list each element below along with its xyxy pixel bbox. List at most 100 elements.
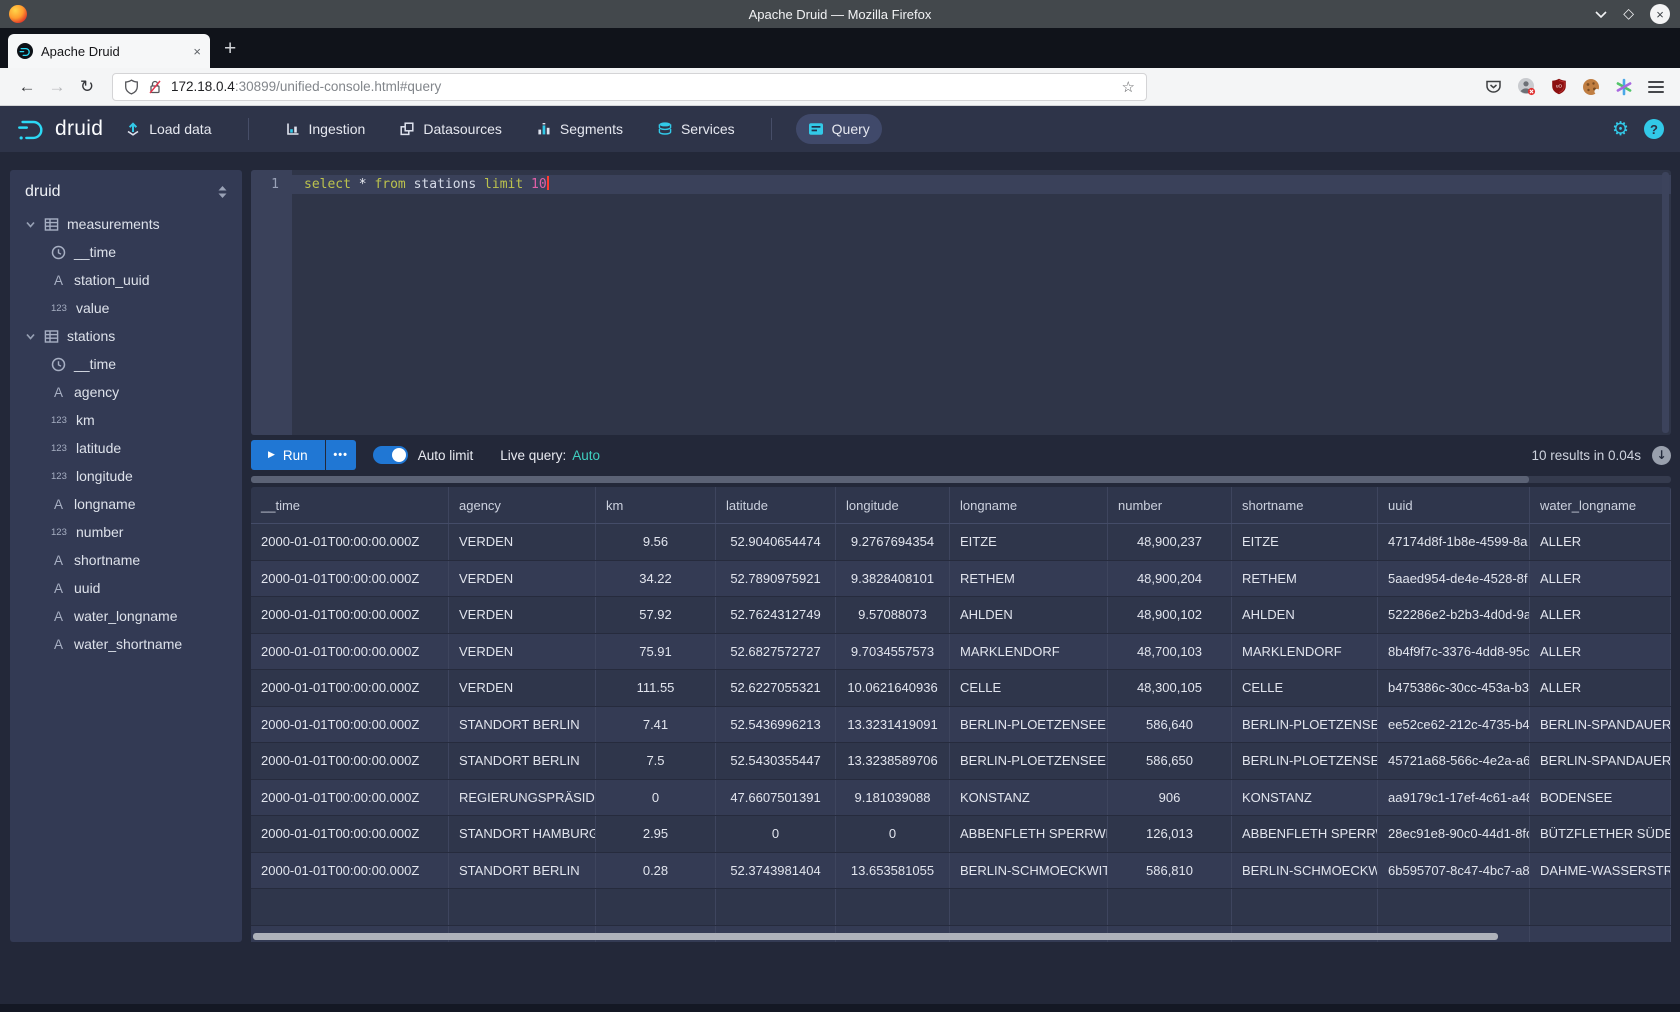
cell[interactable]: 52.3743981404 [716, 853, 836, 889]
cell[interactable]: BÜTZFLETHER SÜDERE [1530, 816, 1671, 852]
cell[interactable]: EITZE [950, 524, 1108, 560]
nav-item-datasources[interactable]: Datasources [387, 114, 514, 144]
column-header-__time[interactable]: __time [251, 487, 449, 523]
cell[interactable]: BODENSEE [1530, 780, 1671, 816]
cell[interactable]: 0 [596, 780, 716, 816]
cell[interactable]: 47.6607501391 [716, 780, 836, 816]
cell[interactable]: BERLIN-PLOETZENSEE C [950, 707, 1108, 743]
cell[interactable]: 0 [716, 816, 836, 852]
cell[interactable]: BERLIN-PLOETZENSEE U [950, 743, 1108, 779]
tree-column-uuid[interactable]: Auuid [10, 574, 242, 602]
ublock-icon[interactable]: uO [1551, 78, 1567, 95]
cell[interactable]: 52.5430355447 [716, 743, 836, 779]
cell[interactable]: 111.55 [596, 670, 716, 706]
nav-item-ingestion[interactable]: Ingestion [273, 114, 378, 144]
cell[interactable]: 2000-01-01T00:00:00.000Z [251, 670, 449, 706]
settings-gear-icon[interactable]: ⚙ [1612, 118, 1629, 140]
cell[interactable]: VERDEN [449, 561, 596, 597]
minimize-icon[interactable] [1595, 10, 1607, 18]
cell[interactable]: aa9179c1-17ef-4c61-a48 [1378, 780, 1530, 816]
cell[interactable]: 13.3231419091 [836, 707, 950, 743]
cell[interactable]: RETHEM [1232, 561, 1378, 597]
tree-column-water_longname[interactable]: Awater_longname [10, 602, 242, 630]
tree-column-km[interactable]: 123km [10, 406, 242, 434]
tree-column-__time[interactable]: __time [10, 238, 242, 266]
query-editor[interactable]: 1 select * from stations limit 10 [251, 170, 1671, 435]
cell[interactable]: 586,650 [1108, 743, 1232, 779]
run-button[interactable]: ▶ Run [251, 440, 325, 470]
cell[interactable]: AHLDEN [1232, 597, 1378, 633]
cell[interactable]: 52.5436996213 [716, 707, 836, 743]
cell[interactable]: 126,013 [1108, 816, 1232, 852]
cell[interactable]: BERLIN-SCHMOECKWITZ [1232, 853, 1378, 889]
cell[interactable]: 34.22 [596, 561, 716, 597]
maximize-icon[interactable]: ◇ [1623, 6, 1634, 22]
cell[interactable]: 5aaed954-de4e-4528-8f [1378, 561, 1530, 597]
cell[interactable]: 47174d8f-1b8e-4599-8a [1378, 524, 1530, 560]
cell[interactable]: 906 [1108, 780, 1232, 816]
nav-item-segments[interactable]: Segments [524, 114, 635, 144]
nav-item-query[interactable]: Query [796, 114, 882, 144]
cell[interactable]: 2000-01-01T00:00:00.000Z [251, 707, 449, 743]
cell[interactable]: CELLE [950, 670, 1108, 706]
cell[interactable]: 48,900,102 [1108, 597, 1232, 633]
cell[interactable]: KONSTANZ [1232, 780, 1378, 816]
cell[interactable]: 7.41 [596, 707, 716, 743]
tree-column-station_uuid[interactable]: Astation_uuid [10, 266, 242, 294]
cell[interactable]: 6b595707-8c47-4bc7-a8 [1378, 853, 1530, 889]
column-header-shortname[interactable]: shortname [1232, 487, 1378, 523]
auto-limit-toggle[interactable] [373, 446, 408, 464]
cell[interactable]: 522286e2-b2b3-4d0d-9a [1378, 597, 1530, 633]
cell[interactable]: 2000-01-01T00:00:00.000Z [251, 561, 449, 597]
cell[interactable]: 52.6827572727 [716, 634, 836, 670]
browser-tab[interactable]: Apache Druid × [8, 34, 210, 68]
double-caret-icon[interactable] [217, 185, 228, 199]
tree-column-__time[interactable]: __time [10, 350, 242, 378]
cell[interactable]: 48,900,204 [1108, 561, 1232, 597]
cell[interactable]: ALLER [1530, 634, 1671, 670]
cell[interactable]: AHLDEN [950, 597, 1108, 633]
cell[interactable]: 10.0621640936 [836, 670, 950, 706]
tree-column-water_shortname[interactable]: Awater_shortname [10, 630, 242, 658]
cell[interactable]: 2000-01-01T00:00:00.000Z [251, 743, 449, 779]
cell[interactable]: BERLIN-PLOETZENSEE U [1232, 743, 1378, 779]
forward-icon[interactable]: → [42, 77, 72, 97]
cookie-extension-icon[interactable] [1582, 78, 1600, 96]
cell[interactable]: ALLER [1530, 597, 1671, 633]
column-header-uuid[interactable]: uuid [1378, 487, 1530, 523]
column-header-longitude[interactable]: longitude [836, 487, 950, 523]
cell[interactable]: ALLER [1530, 524, 1671, 560]
cell[interactable]: 586,640 [1108, 707, 1232, 743]
cell[interactable]: 57.92 [596, 597, 716, 633]
column-header-agency[interactable]: agency [449, 487, 596, 523]
column-header-number[interactable]: number [1108, 487, 1232, 523]
pocket-icon[interactable] [1485, 79, 1502, 95]
cell[interactable]: 9.7034557573 [836, 634, 950, 670]
cell[interactable]: REGIERUNGSPRÄSIDIUM [449, 780, 596, 816]
cell[interactable]: BERLIN-SPANDAUER-S [1530, 743, 1671, 779]
cell[interactable]: 48,700,103 [1108, 634, 1232, 670]
tree-column-number[interactable]: 123number [10, 518, 242, 546]
cell[interactable]: 28ec91e8-90c0-44d1-8fc [1378, 816, 1530, 852]
tree-column-agency[interactable]: Aagency [10, 378, 242, 406]
cell[interactable]: STANDORT BERLIN [449, 853, 596, 889]
horizontal-scrollbar[interactable] [253, 933, 1498, 940]
back-icon[interactable]: ← [12, 77, 42, 97]
tree-column-shortname[interactable]: Ashortname [10, 546, 242, 574]
cell[interactable]: ALLER [1530, 561, 1671, 597]
cell[interactable]: 2000-01-01T00:00:00.000Z [251, 597, 449, 633]
help-icon[interactable]: ? [1644, 119, 1664, 139]
cell[interactable]: EITZE [1232, 524, 1378, 560]
cell[interactable]: 9.2767694354 [836, 524, 950, 560]
cell[interactable]: RETHEM [950, 561, 1108, 597]
cell[interactable]: 7.5 [596, 743, 716, 779]
url-bar[interactable]: 172.18.0.4:30899/unified-console.html#qu… [112, 73, 1147, 101]
editor-scrollbar[interactable] [1662, 172, 1669, 433]
profile-extension-icon[interactable] [1517, 77, 1536, 96]
cell[interactable]: ABBENFLETH SPERRWER [950, 816, 1108, 852]
cell[interactable]: 48,900,237 [1108, 524, 1232, 560]
tracking-shield-icon[interactable] [124, 79, 139, 95]
cell[interactable]: KONSTANZ [950, 780, 1108, 816]
cell[interactable]: 52.7624312749 [716, 597, 836, 633]
cell[interactable]: MARKLENDORF [1232, 634, 1378, 670]
